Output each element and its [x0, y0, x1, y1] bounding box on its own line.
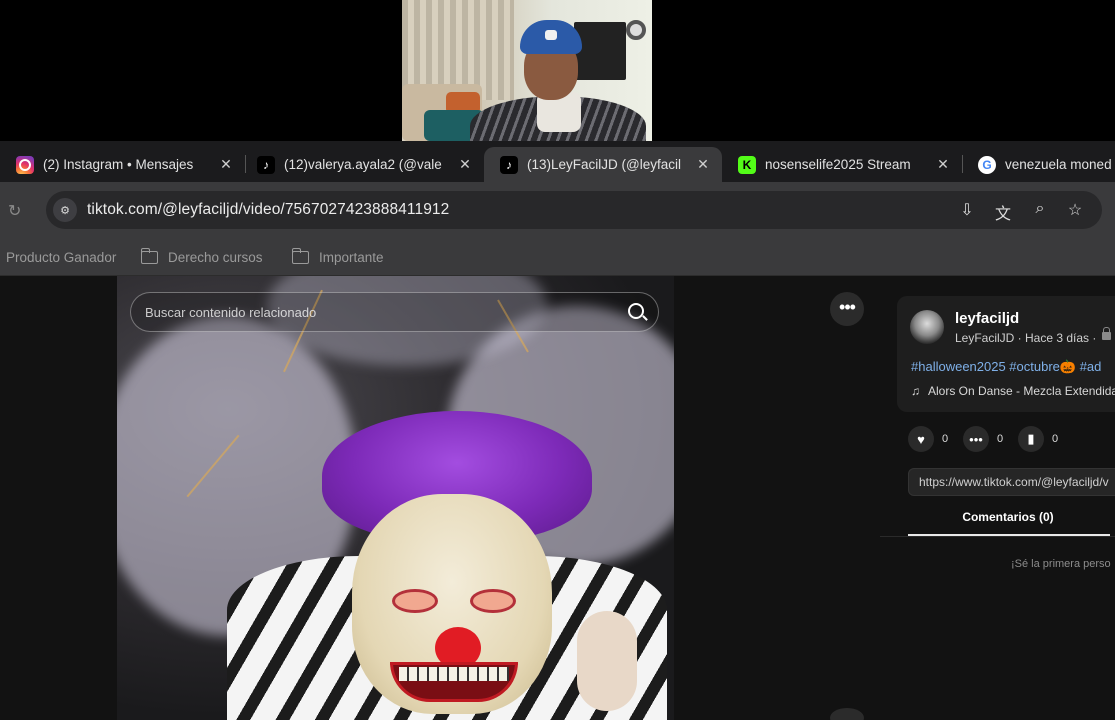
bookmarks-bar: Producto Ganador Derecho cursos Importan… [0, 238, 1115, 276]
tab-instagram[interactable]: (2) Instagram • Mensajes ✕ [0, 147, 245, 182]
tab-title: (12)valerya.ayala2 (@vale [284, 157, 442, 172]
close-icon[interactable]: ✕ [456, 156, 474, 173]
browser-toolbar: ↻ ⚙ tiktok.com/@leyfaciljd/video/7567027… [0, 182, 1115, 238]
heart-icon: ♥ [908, 426, 934, 452]
tab-bar: (2) Instagram • Mensajes ✕ ♪ (12)valerya… [0, 141, 1115, 182]
tiktok-page: Buscar contenido relacionado ••• leyfaci… [0, 276, 1115, 720]
bookmark-producto-ganador[interactable]: Producto Ganador [6, 250, 116, 265]
tab-valerya[interactable]: ♪ (12)valerya.ayala2 (@vale ✕ [241, 147, 484, 182]
bookmark-label: Derecho cursos [168, 250, 263, 265]
tab-title: (2) Instagram • Mensajes [43, 157, 194, 172]
zoom-icon[interactable]: ⌕ [1029, 200, 1051, 218]
related-search-input[interactable]: Buscar contenido relacionado [130, 292, 659, 332]
author-subline: LeyFacilJD · Hace 3 días · [955, 331, 1097, 345]
like-count: 0 [942, 433, 949, 445]
like-button[interactable]: ♥ 0 [908, 426, 948, 452]
webcam-beanie-logo [545, 30, 557, 40]
bookmark-derecho-cursos[interactable]: Derecho cursos [140, 248, 263, 265]
tab-title: venezuela moned [1005, 157, 1112, 172]
browser-window: (2) Instagram • Mensajes ✕ ♪ (12)valerya… [0, 141, 1115, 720]
post-details-panel: leyfaciljd LeyFacilJD · Hace 3 días · #h… [880, 276, 1115, 720]
clown-mouth [390, 662, 518, 702]
webcam-overlay [402, 0, 652, 141]
author-username[interactable]: leyfaciljd [955, 310, 1019, 327]
tab-comments[interactable]: Comentarios (0) [908, 510, 1108, 524]
comment-count: 0 [997, 433, 1004, 445]
comment-button[interactable]: ••• 0 [963, 426, 1003, 452]
divider [880, 536, 1115, 537]
tab-title: (13)LeyFacilJD (@leyfacil [527, 157, 681, 172]
share-link-field[interactable]: https://www.tiktok.com/@leyfaciljd/v [908, 468, 1115, 496]
tiktok-icon: ♪ [500, 155, 518, 174]
search-icon[interactable] [628, 303, 644, 319]
search-placeholder: Buscar contenido relacionado [145, 304, 317, 320]
next-video-button[interactable] [830, 708, 864, 720]
tiktok-icon: ♪ [257, 155, 275, 174]
tab-google-search[interactable]: G venezuela moned [962, 147, 1115, 182]
bookmark-label: Producto Ganador [6, 250, 117, 265]
install-app-icon[interactable]: ⇩ [956, 200, 978, 220]
author-card: leyfaciljd LeyFacilJD · Hace 3 días · #h… [897, 296, 1115, 412]
music-title: Alors On Danse - Mezcla Extendida [928, 384, 1115, 398]
comment-icon: ••• [963, 426, 989, 452]
bookmark-label: Importante [319, 250, 384, 265]
save-button[interactable]: ▮ 0 [1018, 426, 1058, 452]
close-icon[interactable]: ✕ [694, 156, 712, 173]
empty-comments-message: ¡Sé la primera perso [1011, 558, 1111, 570]
cat-paw [577, 611, 637, 711]
lock-icon [1102, 327, 1111, 340]
save-count: 0 [1052, 433, 1059, 445]
bookmark-icon: ▮ [1018, 426, 1044, 452]
clown-eye [392, 589, 438, 613]
tab-leyfaciljd[interactable]: ♪ (13)LeyFacilJD (@leyfacil ✕ [484, 147, 722, 182]
post-music[interactable]: ♫ Alors On Danse - Mezcla Extendida [911, 384, 1115, 398]
instagram-icon [16, 155, 34, 174]
google-icon: G [978, 155, 996, 174]
video-player[interactable] [117, 276, 674, 720]
bookmark-importante[interactable]: Importante [291, 248, 384, 265]
avatar[interactable] [910, 310, 944, 344]
clown-eye [470, 589, 516, 613]
address-bar[interactable]: ⚙ tiktok.com/@leyfaciljd/video/756702742… [46, 191, 1102, 229]
webcam-background-tv [574, 22, 626, 80]
clown-teeth [399, 667, 509, 681]
translate-icon[interactable]: 文 [992, 200, 1014, 224]
site-info-icon[interactable]: ⚙ [53, 198, 77, 222]
post-hashtags[interactable]: #halloween2025 #octubre🎃 #ad [911, 359, 1101, 375]
tab-kick-stream[interactable]: K nosenselife2025 Stream ✕ [722, 147, 962, 182]
folder-icon [291, 248, 309, 264]
clown-mask [352, 494, 552, 714]
reload-icon[interactable]: ↻ [8, 201, 21, 221]
kick-icon: K [738, 155, 756, 174]
close-icon[interactable]: ✕ [217, 156, 235, 173]
webcam-background-lamp [626, 20, 646, 40]
tab-title: nosenselife2025 Stream [765, 157, 911, 172]
music-note-icon: ♫ [911, 384, 920, 398]
close-icon[interactable]: ✕ [934, 156, 952, 173]
url-text[interactable]: tiktok.com/@leyfaciljd/video/75670274238… [87, 201, 449, 219]
folder-icon [140, 248, 158, 264]
more-options-button[interactable]: ••• [830, 292, 864, 326]
bookmark-star-icon[interactable]: ☆ [1064, 200, 1086, 220]
